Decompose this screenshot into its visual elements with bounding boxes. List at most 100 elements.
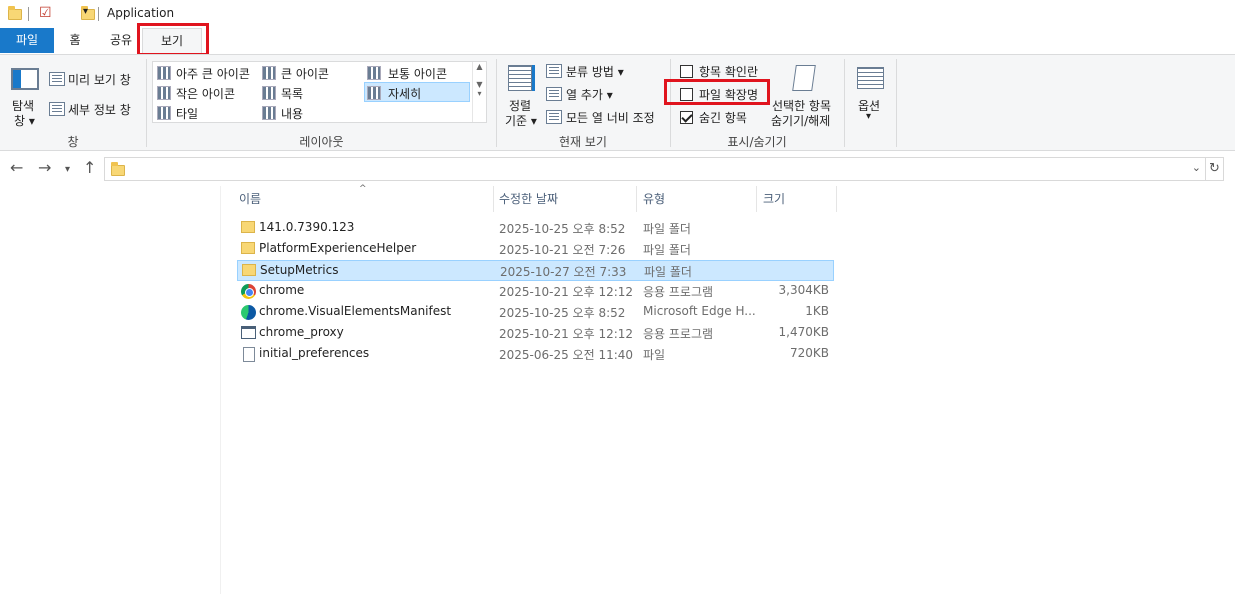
tab-view[interactable]: 보기 [142,28,202,53]
column-header-size[interactable]: 크기 [759,186,837,212]
ribbon-tabs: 파일 홈 공유 보기 [0,28,1235,54]
edge-icon [241,305,256,320]
preview-pane-button[interactable]: 미리 보기 창 [68,71,131,88]
file-type: 응용 프로그램 [643,327,714,341]
hidden-items-checkbox[interactable] [680,111,693,124]
navigation-pane-button-line2[interactable]: 창 ▾ [14,112,35,129]
back-icon[interactable]: ← [10,160,23,176]
group-by-button[interactable]: 분류 방법 ▾ [566,63,624,80]
large-icons-icon [262,66,276,80]
folder-icon [241,242,255,254]
add-columns-icon [546,87,562,101]
details-pane-icon [49,102,65,116]
file-type: 파일 폴더 [643,222,691,236]
window-title: Application [107,6,175,20]
app-icon [241,326,256,339]
file-extensions-label[interactable]: 파일 확장명 [699,86,758,103]
divider [896,59,897,147]
group-label-show-hide: 표시/숨기기 [727,135,787,149]
column-header-name[interactable]: 이름 [235,186,494,212]
chrome-icon [241,284,256,299]
file-row[interactable]: initial_preferences 2025-06-25 오전 11:40 파일… [237,344,834,365]
sort-by-icon [508,65,532,91]
layout-content[interactable]: 내용 [281,105,303,122]
file-date-modified: 2025-06-25 오전 11:40 [499,348,634,362]
file-extensions-checkbox[interactable] [680,88,693,101]
add-columns-button[interactable]: 열 추가 ▾ [566,86,613,103]
column-header-date[interactable]: 수정한 날짜 [495,186,637,212]
tab-home[interactable]: 홈 [58,28,92,53]
layout-list[interactable]: 목록 [281,85,303,102]
refresh-icon[interactable]: ↻ [1206,157,1224,181]
file-type: 응용 프로그램 [643,285,714,299]
navigation-pane-icon [11,68,39,90]
sort-arrow-icon [532,65,535,91]
sort-by-button-line2[interactable]: 기준 ▾ [505,112,537,129]
details-icon [367,86,381,100]
tab-file[interactable]: 파일 [0,28,54,53]
medium-icons-icon [367,66,381,80]
file-row[interactable]: chrome_proxy 2025-10-21 오후 12:12 응용 프로그램 1,… [237,323,834,344]
group-label-current-view: 현재 보기 [559,135,607,149]
title-bar: ☑ ▾ Application [0,0,1235,28]
layout-small-icons[interactable]: 작은 아이콘 [176,85,235,102]
preview-pane-icon [49,72,65,86]
extra-large-icons-icon [157,66,171,80]
ribbon-view: 탐색 창 ▾ 미리 보기 창 세부 정보 창 창 아주 큰 아이콘 큰 아이콘 … [0,54,1235,151]
file-row[interactable]: PlatformExperienceHelper 2025-10-21 오전 7:… [237,239,834,260]
content-icon [262,106,276,120]
item-checkboxes-label[interactable]: 항목 확인란 [699,63,758,80]
layout-gallery-scroll[interactable]: ▲ ▼ ▾ [472,62,486,122]
layout-tiles[interactable]: 타일 [176,105,198,122]
file-row[interactable]: SetupMetrics 2025-10-27 오전 7:33 파일 폴더 [237,260,834,281]
file-type: 파일 [643,348,666,362]
folder-icon [242,264,256,276]
file-row[interactable]: chrome 2025-10-21 오후 12:12 응용 프로그램 3,304KB [237,281,834,302]
hidden-items-label[interactable]: 숨긴 항목 [699,109,747,126]
file-size: 3,304KB [778,283,829,297]
layout-medium-icons[interactable]: 보통 아이콘 [388,65,447,82]
file-name: initial_preferences [259,346,370,360]
file-date-modified: 2025-10-21 오후 12:12 [499,285,634,299]
layout-large-icons[interactable]: 큰 아이콘 [281,65,329,82]
details-pane-button[interactable]: 세부 정보 창 [68,101,131,118]
file-name: 141.0.7390.123 [259,220,355,234]
address-history-icon[interactable]: ⌄ [1192,161,1201,174]
file-date-modified: 2025-10-25 오후 8:52 [499,306,626,320]
file-icon [243,347,255,362]
file-size: 1KB [805,304,829,318]
customize-quick-access-icon[interactable]: ▾ [83,6,88,17]
tiles-icon [157,106,171,120]
file-row[interactable]: 141.0.7390.123 2025-10-25 오후 8:52 파일 폴더 [237,218,834,239]
file-row[interactable]: chrome.VisualElementsManifest 2025-10-25 … [237,302,834,323]
file-name: chrome [259,283,305,297]
group-label-pane: 창 [67,135,79,149]
layout-details[interactable]: 자세히 [388,85,421,102]
address-bar[interactable]: ⌄ [104,157,1206,181]
column-header-type[interactable]: 유형 [639,186,757,212]
list-icon [262,86,276,100]
forward-icon[interactable]: → [38,160,51,176]
divider [98,7,99,21]
file-type: 파일 폴더 [644,265,692,279]
options-dropdown-icon[interactable]: ▾ [866,111,871,122]
layout-extra-large-icons[interactable]: 아주 큰 아이콘 [176,65,250,82]
options-icon [857,67,884,89]
folder-icon [241,221,255,233]
up-icon[interactable]: ↑ [83,160,96,176]
file-date-modified: 2025-10-27 오전 7:33 [500,265,627,279]
folder-icon [111,162,125,176]
file-date-modified: 2025-10-25 오후 8:52 [499,222,626,236]
group-label-layout: 레이아웃 [299,135,344,149]
layout-gallery: 아주 큰 아이콘 큰 아이콘 보통 아이콘 작은 아이콘 목록 자세히 타일 내… [152,61,487,123]
navigation-bar: ← → ▾ ↑ ⌄ ↻ [0,152,1235,186]
size-all-columns-button[interactable]: 모든 열 너비 조정 [566,109,655,126]
file-date-modified: 2025-10-21 오후 12:12 [499,327,634,341]
tab-share[interactable]: 공유 [100,28,142,53]
recent-locations-icon[interactable]: ▾ [65,162,70,178]
hide-selected-items-line2[interactable]: 숨기기/해제 [771,112,830,129]
properties-icon[interactable]: ☑ [39,5,52,21]
file-size: 1,470KB [778,325,829,339]
item-checkboxes-checkbox[interactable] [680,65,693,78]
divider [844,59,845,147]
